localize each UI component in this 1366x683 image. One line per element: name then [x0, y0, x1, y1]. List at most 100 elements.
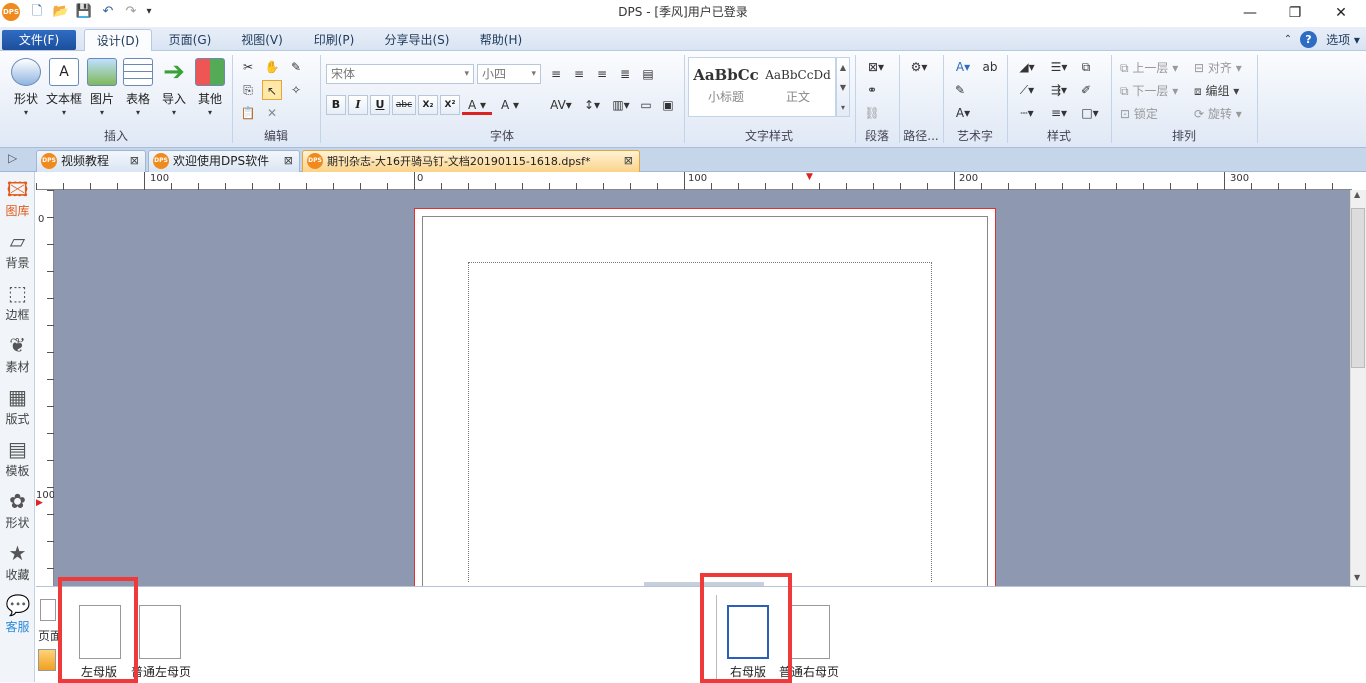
options-menu[interactable]: 选项 ▾	[1320, 30, 1366, 50]
sidebar-item-background[interactable]: ▱ 背景	[0, 226, 35, 278]
sidebar-item-border[interactable]: ⬚ 边框	[0, 278, 35, 330]
minimize-button[interactable]: —	[1235, 2, 1265, 24]
justify-icon[interactable]: ≣	[615, 64, 635, 84]
import-button[interactable]: ➔ 导入 ▾	[154, 58, 194, 118]
align-center-icon[interactable]: ≡	[569, 64, 589, 84]
link-icon[interactable]: ⚭	[862, 80, 882, 100]
lock-button[interactable]: ⊡ 锁定	[1120, 105, 1158, 122]
ruler-marker-icon[interactable]: ▶	[36, 498, 43, 508]
sidebar-item-shape[interactable]: ✿ 形状	[0, 486, 35, 538]
send-backward-button[interactable]: ⧉ 下一层 ▾	[1120, 82, 1178, 99]
menu-page[interactable]: 页面(G)	[158, 30, 222, 50]
scrollbar-thumb[interactable]	[1351, 208, 1365, 368]
magic-wand-icon[interactable]: ✧	[286, 80, 306, 100]
collapse-ribbon-icon[interactable]: ⌃	[1280, 30, 1296, 50]
line-style-icon[interactable]: ☰▾	[1044, 57, 1074, 77]
menu-view[interactable]: 视图(V)	[230, 30, 294, 50]
char-spacing-icon[interactable]: AV▾	[546, 95, 576, 115]
font-size-change-icon[interactable]: A ▾	[496, 95, 524, 115]
group-button[interactable]: ⧈ 编组 ▾	[1194, 82, 1239, 99]
scroll-down-icon[interactable]: ▼	[1354, 573, 1360, 582]
italic-button[interactable]: I	[348, 95, 368, 115]
delete-icon[interactable]: ✕	[262, 103, 282, 123]
distribute-icon[interactable]: ▤	[638, 64, 658, 84]
align-button[interactable]: ⊟ 对齐 ▾	[1194, 59, 1242, 76]
style-subtitle[interactable]: AaBbCc 小标题	[691, 60, 761, 114]
cut-icon[interactable]: ✂	[238, 57, 258, 77]
insert-image-button[interactable]: 图片 ▾	[82, 58, 122, 118]
help-icon[interactable]: ?	[1300, 31, 1317, 48]
menu-design[interactable]: 设计(D)	[84, 29, 152, 52]
copy-style-icon[interactable]: ⧉	[1076, 57, 1096, 77]
paragraph-indent-icon[interactable]: ▭	[636, 95, 656, 115]
shadow-style-icon[interactable]: □▾	[1076, 103, 1104, 123]
copy-icon[interactable]: ⎘	[238, 80, 258, 100]
style-gallery-scroll[interactable]: ▲ ▼ ▾	[836, 57, 850, 117]
sidebar-item-gallery[interactable]: 🖾 图库	[0, 174, 35, 226]
page-tab-icon[interactable]	[40, 599, 56, 621]
font-name-select[interactable]: 宋体 ▾	[326, 64, 474, 84]
maximize-button[interactable]: ❐	[1280, 2, 1310, 24]
insert-other-button[interactable]: 其他 ▾	[190, 58, 230, 118]
superscript-button[interactable]: X²	[440, 95, 460, 115]
subscript-button[interactable]: X₂	[418, 95, 438, 115]
arrow-style-icon[interactable]: ⇶▾	[1044, 80, 1074, 100]
menu-help[interactable]: 帮助(H)	[470, 30, 532, 50]
sidebar-item-material[interactable]: ❦ 素材	[0, 330, 35, 382]
ruler-marker-icon[interactable]: ▼	[806, 172, 813, 182]
strikethrough-button[interactable]: abc	[392, 95, 416, 115]
menu-share[interactable]: 分享导出(S)	[374, 30, 460, 50]
font-size-select[interactable]: 小四 ▾	[477, 64, 541, 84]
eyedropper-icon[interactable]: ✎	[286, 57, 306, 77]
master-tab-icon[interactable]	[38, 649, 56, 671]
select-pointer-icon[interactable]: ↖	[262, 80, 282, 100]
tab-close-icon[interactable]: ⊠	[284, 151, 293, 171]
tab-magazine-document[interactable]: DPS 期刊杂志-大16开骑马钉-文档20190115-1618.dpsf* ⊠	[302, 150, 640, 172]
fill-color-icon[interactable]: ◢▾	[1012, 57, 1042, 77]
art-text-icon[interactable]: A▾	[950, 57, 976, 77]
menu-print[interactable]: 印刷(P)	[302, 30, 366, 50]
sidebar-item-layout[interactable]: ▦ 版式	[0, 382, 35, 434]
line-color-icon[interactable]: ⟋▾	[1012, 80, 1042, 100]
columns-icon[interactable]: ▥▾	[608, 95, 634, 115]
art-text-edit-icon[interactable]: ✎	[950, 80, 970, 100]
underline-button[interactable]: U	[370, 95, 390, 115]
normal-left-master-thumbnail[interactable]	[139, 605, 181, 659]
sidebar-item-support[interactable]: 💬 客服	[0, 590, 35, 642]
tab-video-tutorial[interactable]: DPS 视频教程 ⊠	[36, 150, 146, 172]
align-right-icon[interactable]: ≡	[592, 64, 612, 84]
unlink-icon[interactable]: ⛓	[862, 103, 882, 123]
rotate-button[interactable]: ⟳ 旋转 ▾	[1194, 105, 1242, 122]
text-wrap-icon[interactable]: ⊠▾	[862, 57, 890, 77]
art-text-shadow-icon[interactable]: A▾	[950, 103, 976, 123]
align-left-icon[interactable]: ≡	[546, 64, 566, 84]
style-body[interactable]: AaBbCcDd 正文	[763, 60, 833, 114]
sidebar-item-favorites[interactable]: ★ 收藏	[0, 538, 35, 590]
tab-welcome[interactable]: DPS 欢迎使用DPS软件 ⊠	[148, 150, 300, 172]
scroll-up-icon[interactable]: ▲	[1354, 190, 1360, 199]
tab-close-icon[interactable]: ⊠	[130, 151, 139, 171]
pan-hand-icon[interactable]: ✋	[262, 57, 282, 77]
path-settings-icon[interactable]: ⚙▾	[904, 57, 934, 77]
close-button[interactable]: ✕	[1326, 2, 1356, 24]
sidebar-item-template[interactable]: ▤ 模板	[0, 434, 35, 486]
document-page[interactable]	[414, 208, 996, 588]
bold-button[interactable]: B	[326, 95, 346, 115]
paste-icon[interactable]: 📋	[238, 103, 258, 123]
document-canvas[interactable]	[54, 190, 1350, 588]
font-color-icon[interactable]: A ▾	[462, 95, 492, 115]
normal-right-master-thumbnail[interactable]	[788, 605, 830, 659]
insert-table-button[interactable]: 表格 ▾	[118, 58, 158, 118]
insert-textbox-button[interactable]: A 文本框 ▾	[44, 58, 84, 118]
menu-file[interactable]: 文件(F)	[2, 30, 76, 50]
paragraph-box-icon[interactable]: ▣	[658, 95, 678, 115]
format-painter-icon[interactable]: ✐	[1076, 80, 1096, 100]
line-spacing-icon[interactable]: ↕▾	[578, 95, 606, 115]
tab-close-icon[interactable]: ⊠	[624, 151, 633, 171]
insert-shape-button[interactable]: 形状 ▾	[6, 58, 46, 118]
line-weight-icon[interactable]: ≡▾	[1044, 103, 1074, 123]
expand-panel-icon[interactable]: ▷	[8, 151, 17, 165]
text-direction-icon[interactable]: ab	[980, 57, 1000, 77]
bring-forward-button[interactable]: ⧉ 上一层 ▾	[1120, 59, 1178, 76]
dash-style-icon[interactable]: ┄▾	[1012, 103, 1042, 123]
